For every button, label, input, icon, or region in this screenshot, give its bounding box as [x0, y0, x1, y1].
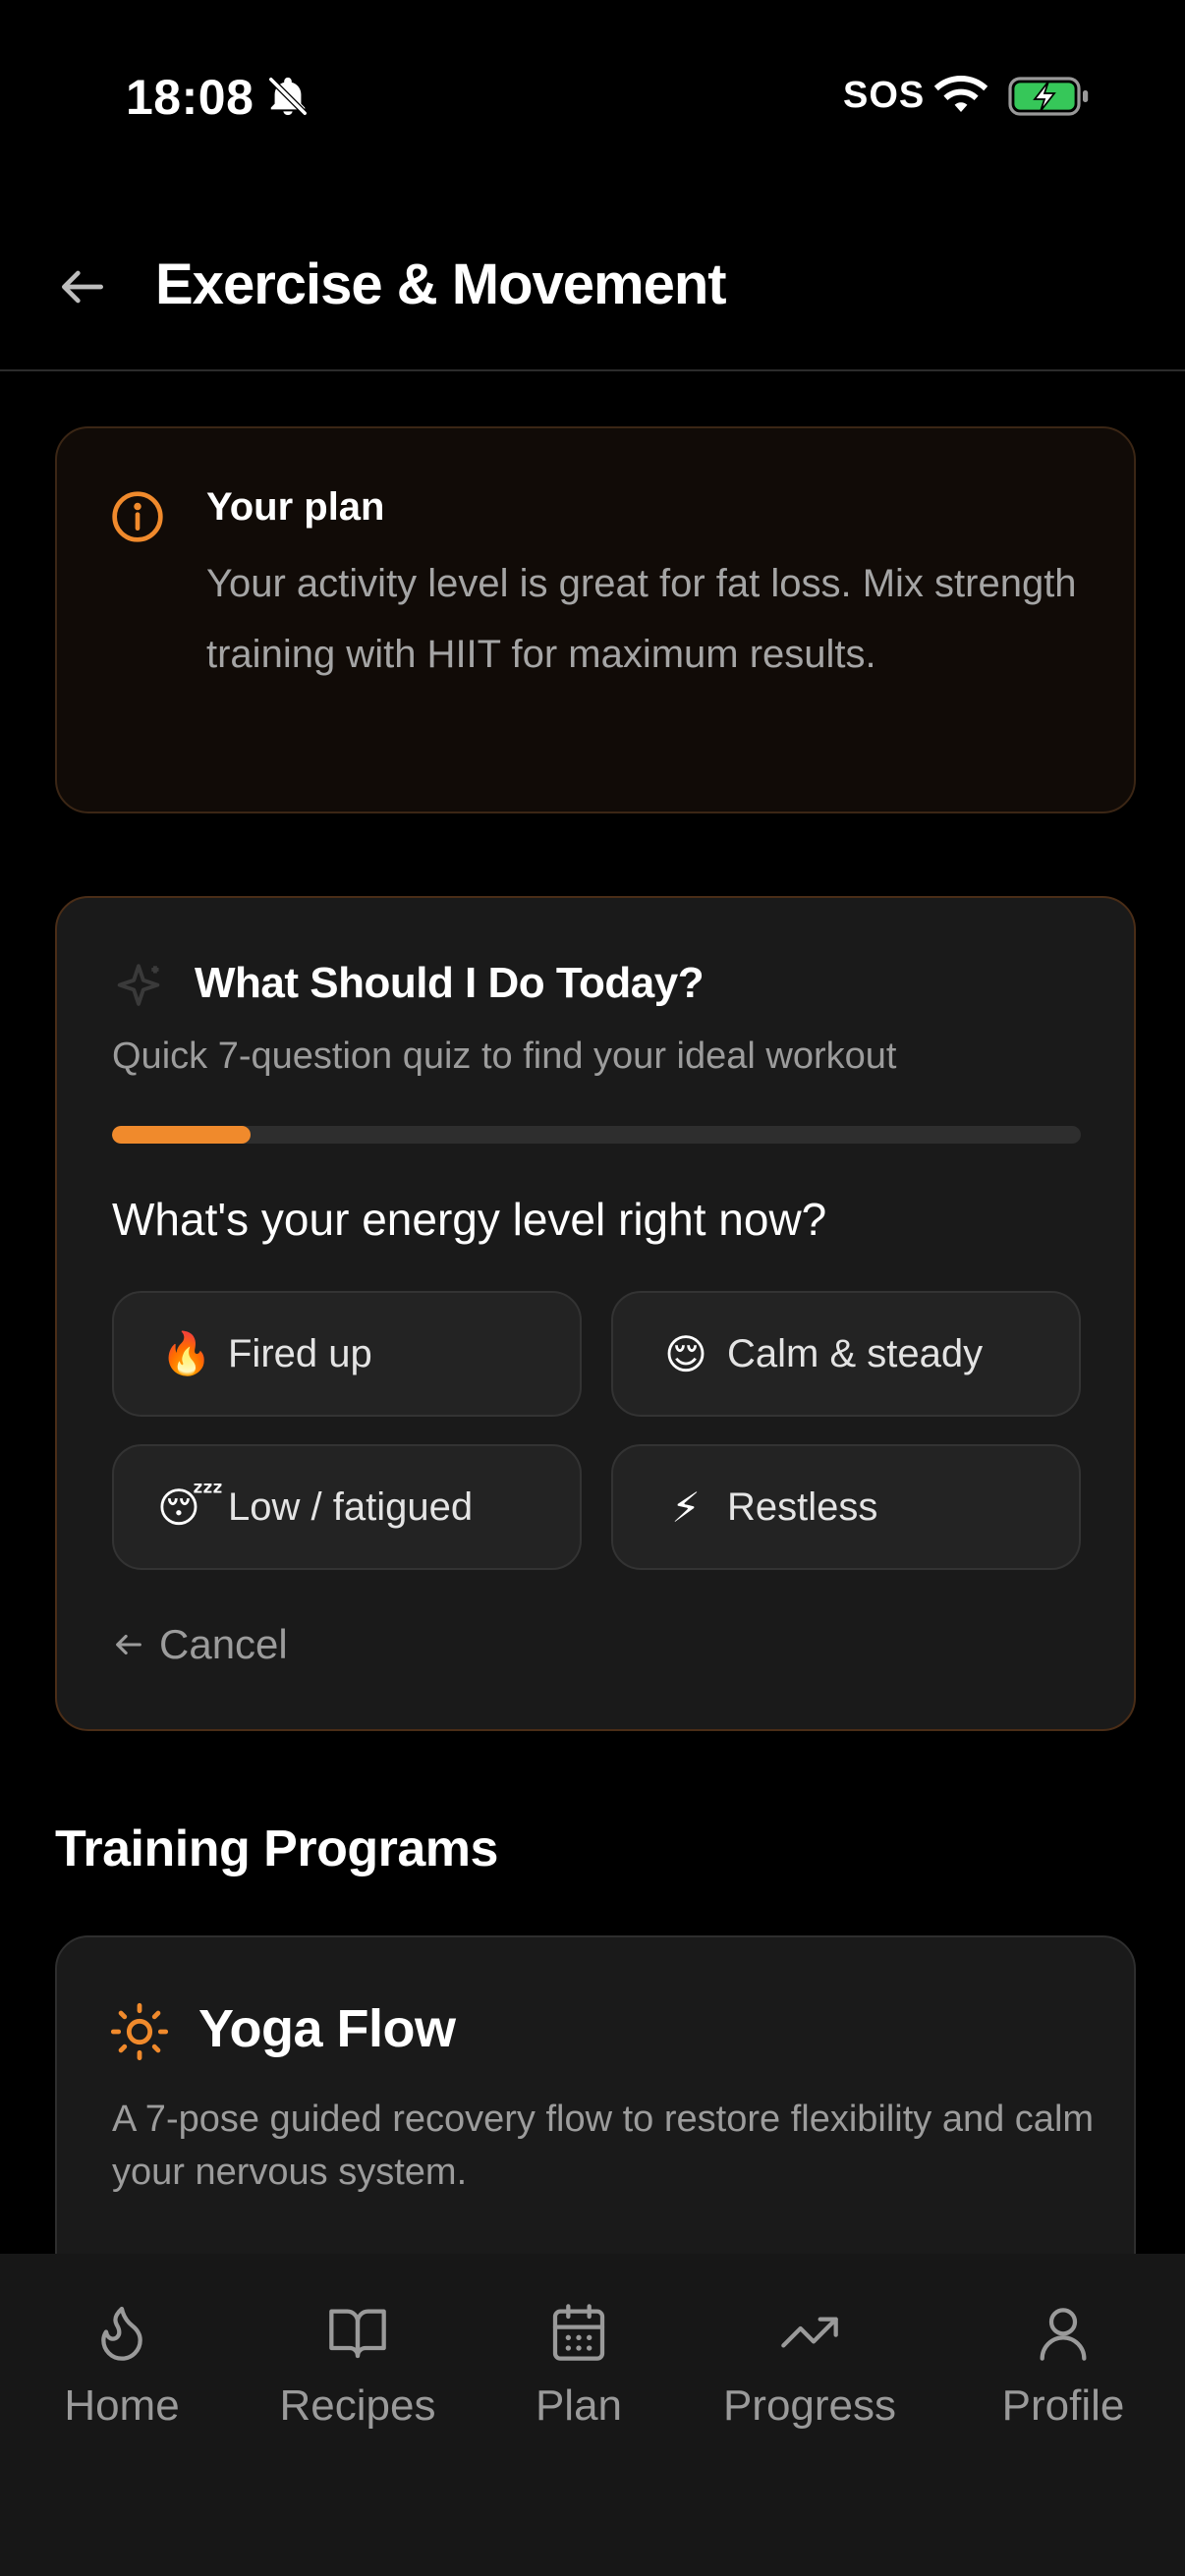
nav-label: Plan [535, 2381, 623, 2430]
option-calm-steady[interactable]: 😌 Calm & steady [611, 1291, 1081, 1417]
option-label: Restless [727, 1484, 878, 1529]
program-description: A 7-pose guided recovery flow to restore… [112, 2099, 1095, 2193]
plan-card: Your plan Your activity level is great f… [55, 426, 1136, 813]
trending-up-icon [781, 2317, 838, 2348]
arrow-left-icon[interactable] [55, 259, 110, 314]
nav-label: Profile [1001, 2381, 1125, 2430]
nav-item-home[interactable]: Home [61, 2301, 183, 2431]
sparkle-icon [117, 964, 160, 1006]
calendar-icon [552, 2304, 605, 2361]
quiz-title: What Should I Do Today? [195, 959, 705, 1007]
plan-text: Your activity level is great for fat los… [206, 562, 1077, 676]
status-bar: 18:08 SOS [0, 0, 1185, 187]
sun-icon [110, 2002, 169, 2061]
book-icon [329, 2309, 386, 2359]
quiz-progress-fill [112, 1126, 251, 1144]
nav-item-profile[interactable]: Profile [992, 2301, 1134, 2431]
lightning-emoji-icon: ⚡ [671, 1483, 701, 1532]
nav-label: Recipes [279, 2381, 436, 2430]
battery-charging-icon [1008, 77, 1089, 116]
page-title: Exercise & Movement [155, 252, 727, 316]
app-header: Exercise & Movement [0, 226, 1185, 371]
cancel-label: Cancel [159, 1621, 288, 1667]
option-label: Calm & steady [727, 1331, 984, 1375]
program-title: Yoga Flow [198, 1999, 456, 2058]
quiz-subtitle: Quick 7-question quiz to find your ideal… [112, 1036, 897, 1077]
nav-label: Home [64, 2381, 180, 2430]
sleeping-face-emoji-icon: 😴 [157, 1483, 224, 1532]
bell-slash-icon [268, 77, 308, 116]
quiz-progress-bar [112, 1126, 1081, 1144]
option-fired-up[interactable]: 🔥 Fired up [112, 1291, 582, 1417]
option-label: Low / fatigued [228, 1484, 474, 1529]
option-low-fatigued[interactable]: 😴 Low / fatigued [112, 1444, 582, 1570]
arrow-left-icon [116, 1634, 141, 1655]
nav-item-recipes[interactable]: Recipes [273, 2301, 442, 2431]
nav-label: Progress [722, 2381, 897, 2430]
relieved-face-emoji-icon: 😌 [664, 1329, 707, 1378]
nav-item-progress[interactable]: Progress [713, 2301, 906, 2431]
section-title-training-programs: Training Programs [55, 1820, 498, 1877]
workout-quiz-card: What Should I Do Today? Quick 7-question… [55, 896, 1136, 1731]
option-restless[interactable]: ⚡ Restless [611, 1444, 1081, 1570]
fire-emoji-icon: 🔥 [160, 1329, 213, 1377]
sos-indicator: SOS [843, 75, 926, 116]
option-label: Fired up [228, 1331, 372, 1375]
flame-icon [101, 2306, 142, 2361]
bottom-nav: Home Recipes Plan Progress Profile [0, 2254, 1185, 2576]
cancel-button[interactable]: Cancel [112, 1615, 288, 1674]
wifi-icon [933, 76, 988, 112]
status-time: 18:08 [126, 70, 254, 125]
plan-title: Your plan [206, 485, 385, 529]
user-icon [1040, 2308, 1087, 2361]
quiz-question: What's your energy level right now? [112, 1194, 827, 1245]
nav-item-plan[interactable]: Plan [527, 2301, 631, 2431]
info-icon [112, 491, 163, 542]
